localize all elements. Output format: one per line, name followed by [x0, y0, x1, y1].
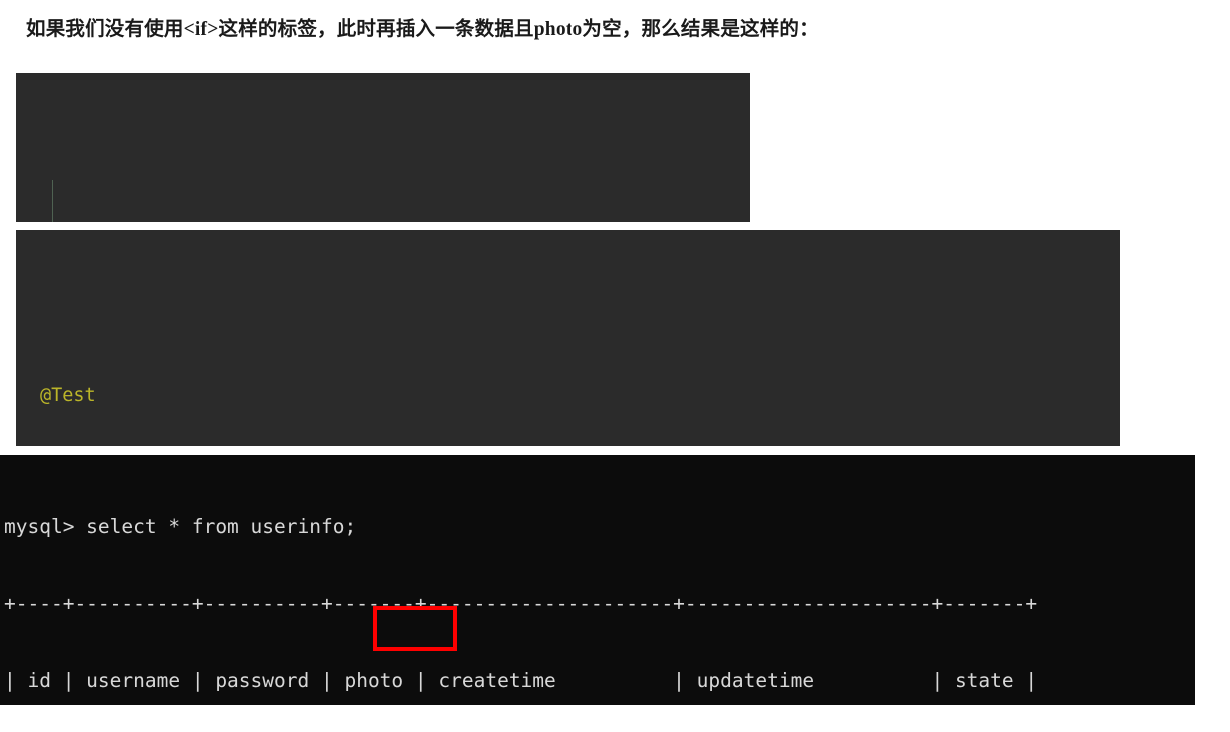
java-annotation-test: @Test	[40, 385, 96, 406]
code-line: <insert id="add">	[16, 221, 750, 222]
intro-paragraph: 如果我们没有使用<if>这样的标签，此时再插入一条数据且photo为空，那么结果…	[26, 19, 819, 40]
code-line: @Test	[16, 378, 1120, 414]
xml-code-block: <insert id="add"> insert into userinfo(u…	[16, 73, 750, 222]
mysql-terminal[interactable]: mysql> select * from userinfo; +----+---…	[0, 455, 1195, 705]
java-code-block: @Test void add() { int result = userMapp…	[16, 230, 1120, 446]
indent-guide	[52, 180, 53, 222]
terminal-prompt-line: mysql> select * from userinfo;	[4, 515, 357, 539]
table-separator-top: +----+----------+----------+-------+----…	[4, 591, 1038, 615]
table-header-row: | id | username | password | photo | cre…	[4, 668, 1038, 692]
